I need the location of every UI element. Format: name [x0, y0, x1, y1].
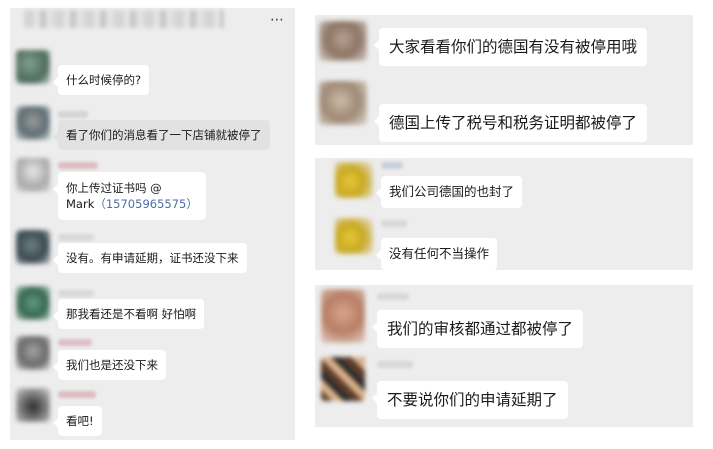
avatar[interactable] — [16, 158, 50, 192]
mention[interactable]: Mark — [66, 197, 94, 211]
avatar[interactable] — [16, 106, 50, 140]
blurred-sender-name — [58, 162, 98, 169]
message-text-line: 你上传过证书吗 @ — [66, 181, 162, 195]
message-bubble: 什么时候停的? — [52, 65, 150, 95]
message-bubble: 看吧! — [53, 406, 102, 436]
blurred-chat-title — [24, 10, 224, 28]
avatar[interactable] — [16, 286, 50, 320]
message-bubble: 我们公司德国的也封了 — [375, 176, 523, 208]
blurred-sender-name — [58, 339, 92, 346]
chat-screenshot-right-3: 我们的审核都通过都被停了 不要说你们的申请延期了 — [315, 285, 693, 427]
avatar[interactable] — [321, 289, 365, 343]
blurred-sender-name — [377, 293, 409, 300]
phone-link[interactable]: （15705965575） — [94, 197, 197, 211]
blurred-sender-name — [58, 111, 88, 118]
avatar[interactable] — [16, 388, 50, 422]
avatar[interactable] — [16, 230, 50, 264]
message-bubble: 不要说你们的申请延期了 — [372, 381, 568, 419]
avatar[interactable] — [321, 357, 365, 401]
chat-screenshot-right-1: 大家看看你们的德国有没有被停用哦 德国上传了税号和税务证明都被停了 — [315, 15, 693, 145]
message-bubble: 你上传过证书吗 @ Mark（15705965575） — [53, 172, 206, 220]
message-text-line: Mark（15705965575） — [66, 196, 198, 212]
message-bubble: 我们也是还没下来 — [53, 350, 166, 380]
avatar[interactable] — [319, 81, 367, 125]
message-bubble: 德国上传了税号和税务证明都被停了 — [373, 104, 648, 142]
blurred-sender-name — [58, 234, 94, 241]
avatar[interactable] — [16, 50, 50, 84]
avatar[interactable] — [16, 336, 50, 370]
blurred-sender-name — [58, 391, 96, 398]
blurred-sender-name — [58, 290, 94, 297]
message-bubble: 没有任何不当操作 — [375, 238, 498, 270]
avatar[interactable] — [335, 162, 373, 198]
avatar[interactable] — [335, 218, 373, 254]
message-bubble: 那我看还是不看啊 好怕啊 — [52, 299, 205, 329]
chat-screenshot-right-2: 我们公司德国的也封了 没有任何不当操作 — [315, 158, 693, 270]
chat-screenshot-left: ⋯ 什么时候停的? 看了你们的消息看了一下店铺就被停了 你上传过证书吗 @ Ma… — [10, 8, 295, 440]
blurred-sender-name — [381, 220, 407, 227]
avatar[interactable] — [319, 21, 367, 61]
message-bubble: 大家看看你们的德国有没有被停用哦 — [373, 28, 648, 66]
message-bubble: 没有。有申请延期，证书还没下来 — [53, 243, 247, 273]
message-bubble: 我们的审核都通过都被停了 — [371, 310, 584, 348]
blurred-sender-name — [377, 361, 413, 368]
more-options-icon[interactable]: ⋯ — [270, 12, 285, 28]
blurred-sender-name — [381, 162, 403, 169]
message-bubble: 看了你们的消息看了一下店铺就被停了 — [53, 120, 270, 150]
